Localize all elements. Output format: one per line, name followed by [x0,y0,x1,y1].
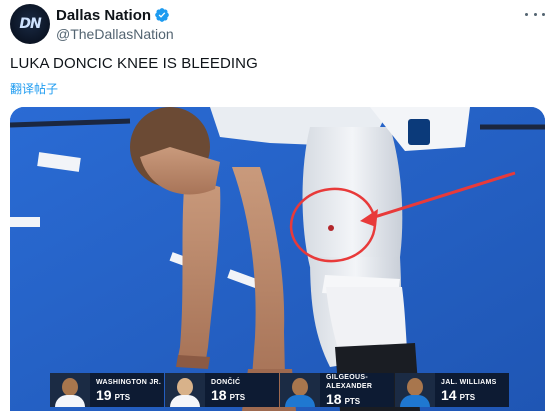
post-text: LUKA DONCIC KNEE IS BLEEDING [10,55,258,72]
player-score-info: WASHINGTON JR. 19 PTS [90,373,164,407]
player-name: JAL. WILLIAMS [441,378,497,386]
player-headshot [165,373,205,407]
display-name[interactable]: Dallas Nation [56,7,151,24]
player-name: DONČIĆ [211,378,241,386]
scoreboard-overlay: WASHINGTON JR. 19 PTS DONČIĆ 18 PTS GILG… [50,373,509,407]
player-points: 18 [326,391,342,407]
player-points: 19 [96,386,112,403]
player-score-card: WASHINGTON JR. 19 PTS [50,373,164,407]
post-header: DN Dallas Nation @TheDallasNation [10,4,545,44]
avatar-logo-text: DN [19,16,41,32]
points-unit: PTS [344,397,361,406]
player-score-info: JAL. WILLIAMS 14 PTS [435,373,509,407]
points-unit: PTS [459,392,476,402]
name-row: Dallas Nation [56,5,170,25]
points-unit: PTS [114,392,131,402]
player-points-row: 18 PTS [326,391,394,407]
user-handle[interactable]: @TheDallasNation [56,26,174,42]
player-points-row: 18 PTS [211,387,279,403]
verified-badge-icon [155,8,169,22]
player-score-card: GILGEOUS-ALEXANDER 18 PTS [280,373,394,407]
points-unit: PTS [229,392,246,402]
player-name: GILGEOUS-ALEXANDER [326,374,373,390]
blood-spot [328,225,334,231]
player-points: 18 [211,386,227,403]
translate-post-link[interactable]: 翻译帖子 [10,80,58,97]
court-tape [10,217,40,227]
team-logo-patch [408,119,430,145]
player-hand [176,355,210,369]
player-points-row: 14 PTS [441,387,509,403]
avatar[interactable]: DN [10,4,50,44]
player-headshot [50,373,90,407]
player-points-row: 19 PTS [96,387,164,403]
player-points: 14 [441,386,457,403]
post-media-image[interactable]: WASHINGTON JR. 19 PTS DONČIĆ 18 PTS GILG… [10,107,545,411]
player-score-card: JAL. WILLIAMS 14 PTS [395,373,509,407]
player-score-card: DONČIĆ 18 PTS [165,373,279,407]
basketball-court-photo [10,107,545,411]
player-shorts [302,127,403,267]
player-score-info: DONČIĆ 18 PTS [205,373,279,407]
player-name: WASHINGTON JR. [96,378,162,386]
player-headshot [395,373,435,407]
more-options-icon[interactable] [525,6,545,22]
player-score-info: GILGEOUS-ALEXANDER 18 PTS [320,373,394,407]
player-headshot [280,373,320,407]
